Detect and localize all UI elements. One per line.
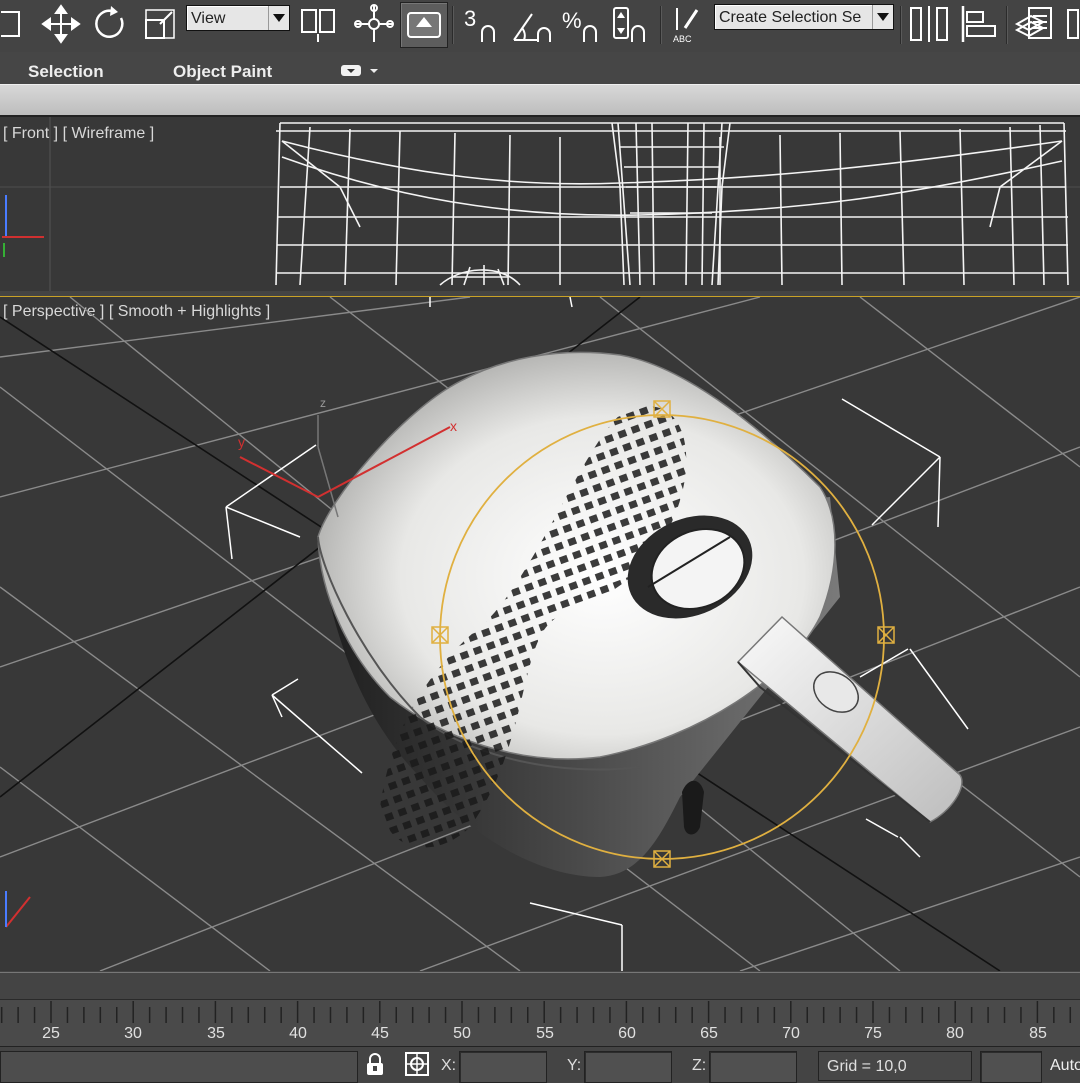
edit-named-selection-icon[interactable]: ABC xyxy=(664,2,706,46)
lock-selection-icon[interactable] xyxy=(364,1052,386,1081)
z-coordinate-field[interactable] xyxy=(709,1051,797,1083)
main-toolbar: View 3 % ABC Create Selection Se xyxy=(0,0,1080,53)
timeline-tick-label: 75 xyxy=(864,1025,882,1042)
status-bar: X: Y: Z: Grid = 10,0 Auto xyxy=(0,1046,1080,1083)
timeline-ruler xyxy=(0,1001,1072,1023)
chevron-down-icon xyxy=(872,5,893,29)
x-coordinate-label: X: xyxy=(441,1057,457,1074)
reference-coordinate-value: View xyxy=(191,10,226,27)
front-wireframe-canvas xyxy=(0,117,1080,291)
spinner-snap-icon[interactable] xyxy=(606,2,654,46)
timeline-tick-label: 30 xyxy=(124,1025,142,1042)
svg-text:ABC: ABC xyxy=(673,34,692,44)
select-and-manipulate-icon[interactable] xyxy=(352,2,396,46)
angle-snap-icon[interactable] xyxy=(508,2,556,46)
timeline-tick-label: 35 xyxy=(207,1025,225,1042)
viewport-front[interactable]: [ Front ] [ Wireframe ] xyxy=(0,117,1080,291)
time-tag-field[interactable] xyxy=(980,1051,1042,1083)
viewport-perspective[interactable]: [ Perspective ] [ Smooth + Highlights ] xyxy=(0,297,1080,971)
svg-text:z: z xyxy=(320,396,326,410)
ribbon-options-icon[interactable] xyxy=(340,63,380,84)
snaps-toggle-icon[interactable]: 3 xyxy=(458,2,506,46)
ribbon-panel-bar xyxy=(0,84,1080,117)
keyboard-shortcut-override-icon[interactable] xyxy=(400,2,448,48)
grid-spacing-readout: Grid = 10,0 xyxy=(818,1051,972,1081)
timeline-tick-label: 40 xyxy=(289,1025,307,1042)
align-icon[interactable] xyxy=(956,2,1002,46)
reference-coordinate-dropdown[interactable]: View xyxy=(186,5,290,31)
pivot-point-icon[interactable] xyxy=(296,2,340,46)
prompt-line xyxy=(0,1051,358,1083)
timeline-tick-label: 65 xyxy=(700,1025,718,1042)
timeline-tick-label: 85 xyxy=(1029,1025,1047,1042)
toolbar-overflow-icon[interactable] xyxy=(1066,2,1080,46)
perspective-scene-canvas: z y x xyxy=(0,297,1080,971)
percent-snap-icon[interactable]: % xyxy=(558,2,606,46)
tab-selection[interactable]: Selection xyxy=(28,62,104,82)
timeline-tick-label: 50 xyxy=(453,1025,471,1042)
auto-key-button[interactable]: Auto xyxy=(1050,1057,1080,1075)
time-slider[interactable] xyxy=(0,973,1080,1000)
timeline-track-bar[interactable]: 25 30 35 40 45 50 55 60 65 70 75 80 85 xyxy=(0,972,1080,1047)
svg-text:y: y xyxy=(238,434,245,450)
select-region-icon[interactable] xyxy=(0,2,26,46)
tab-object-paint[interactable]: Object Paint xyxy=(173,62,272,82)
timeline-tick-label: 60 xyxy=(618,1025,636,1042)
select-and-scale-icon[interactable] xyxy=(138,2,182,46)
svg-text:3: 3 xyxy=(464,6,476,31)
timeline-tick-label: 80 xyxy=(946,1025,964,1042)
named-selection-set-value: Create Selection Se xyxy=(719,9,862,26)
named-selection-set-dropdown[interactable]: Create Selection Se xyxy=(714,4,894,30)
absolute-relative-mode-icon[interactable] xyxy=(404,1051,430,1082)
timeline-tick-label: 45 xyxy=(371,1025,389,1042)
svg-text:x: x xyxy=(450,418,457,434)
z-coordinate-label: Z: xyxy=(692,1057,707,1074)
y-coordinate-field[interactable] xyxy=(584,1051,672,1083)
mirror-icon[interactable] xyxy=(906,2,952,46)
fryer-wireframe xyxy=(275,122,1069,286)
timeline-tick-label: 55 xyxy=(536,1025,554,1042)
timeline-tick-label: 70 xyxy=(782,1025,800,1042)
select-and-rotate-icon[interactable] xyxy=(88,2,132,46)
select-and-move-icon[interactable] xyxy=(38,2,84,46)
chevron-down-icon xyxy=(268,6,289,30)
y-coordinate-label: Y: xyxy=(567,1057,582,1074)
x-coordinate-field[interactable] xyxy=(459,1051,547,1083)
timeline-tick-label: 25 xyxy=(42,1025,60,1042)
layer-manager-icon[interactable] xyxy=(1012,2,1062,46)
svg-text:%: % xyxy=(562,8,582,33)
